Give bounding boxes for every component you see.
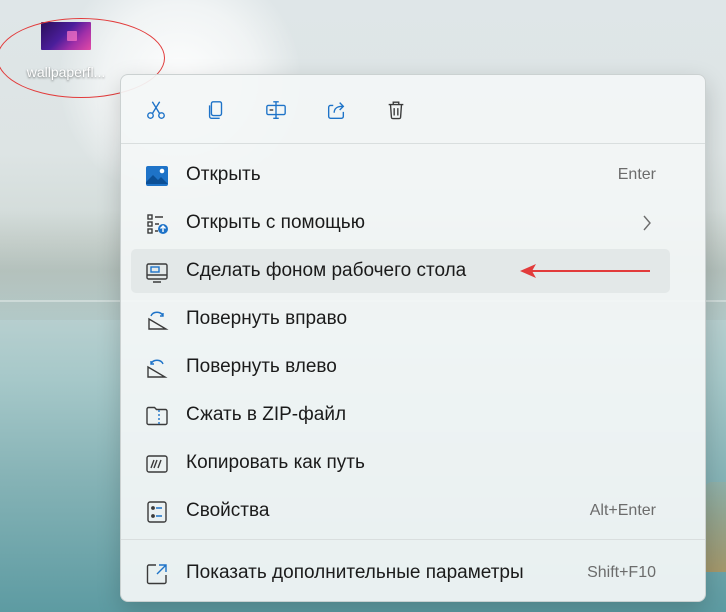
delete-button[interactable] xyxy=(383,97,409,123)
menu-item-label: Копировать как путь xyxy=(186,452,365,473)
toolbar-divider xyxy=(121,143,705,144)
menu-item-copy-path[interactable]: Копировать как путь xyxy=(131,441,670,485)
image-icon xyxy=(146,166,168,186)
wallpaper-grass xyxy=(704,482,726,572)
share-button[interactable] xyxy=(323,97,349,123)
menu-item-rotate-right[interactable]: Повернуть вправо xyxy=(131,297,670,341)
rename-icon xyxy=(266,101,286,119)
menu-item-more-options[interactable]: Показать дополнительные параметры Shift+… xyxy=(131,551,670,595)
menu-item-label: Показать дополнительные параметры xyxy=(186,562,524,583)
set-wallpaper-icon xyxy=(146,263,168,283)
menu-item-shortcut: Alt+Enter xyxy=(589,502,656,519)
menu-item-rotate-left[interactable]: Повернуть влево xyxy=(131,345,670,389)
rotate-right-icon xyxy=(148,311,169,330)
chevron-right-icon xyxy=(643,215,651,231)
more-options-icon xyxy=(146,564,167,585)
menu-item-zip[interactable]: Сжать в ZIP-файл xyxy=(131,393,670,437)
properties-icon xyxy=(147,501,167,523)
rename-button[interactable] xyxy=(263,97,289,123)
menu-item-label: Сделать фоном рабочего стола xyxy=(186,260,467,281)
menu-item-label: Открыть xyxy=(186,164,261,185)
menu-item-open-with[interactable]: Открыть с помощью xyxy=(131,201,670,245)
copy-button[interactable] xyxy=(203,97,229,123)
menu-item-label: Повернуть вправо xyxy=(186,308,348,329)
menu-item-label: Открыть с помощью xyxy=(186,212,365,233)
menu-item-label: Свойства xyxy=(186,500,270,521)
delete-icon xyxy=(388,101,404,120)
menu-item-properties[interactable]: Свойства Alt+Enter xyxy=(131,489,670,533)
cut-button[interactable] xyxy=(143,97,169,123)
menu-item-shortcut: Shift+F10 xyxy=(587,564,656,581)
zip-icon xyxy=(146,406,168,426)
rotate-left-icon xyxy=(147,359,168,378)
menu-item-shortcut: Enter xyxy=(617,166,656,183)
menu-item-open[interactable]: Открыть Enter xyxy=(131,153,670,197)
copy-path-icon xyxy=(146,455,168,473)
cut-icon xyxy=(147,101,165,119)
menu-item-label: Повернуть влево xyxy=(186,356,337,377)
copy-icon xyxy=(208,101,223,119)
share-icon xyxy=(327,102,345,119)
menu-divider xyxy=(121,539,705,540)
context-menu-toolbar xyxy=(121,75,705,143)
menu-item-label: Сжать в ZIP-файл xyxy=(186,404,347,425)
open-with-icon xyxy=(147,214,168,234)
context-menu: Открыть Enter Открыть с помощью Сделать … xyxy=(120,74,706,602)
annotation-arrow-icon xyxy=(520,264,650,278)
